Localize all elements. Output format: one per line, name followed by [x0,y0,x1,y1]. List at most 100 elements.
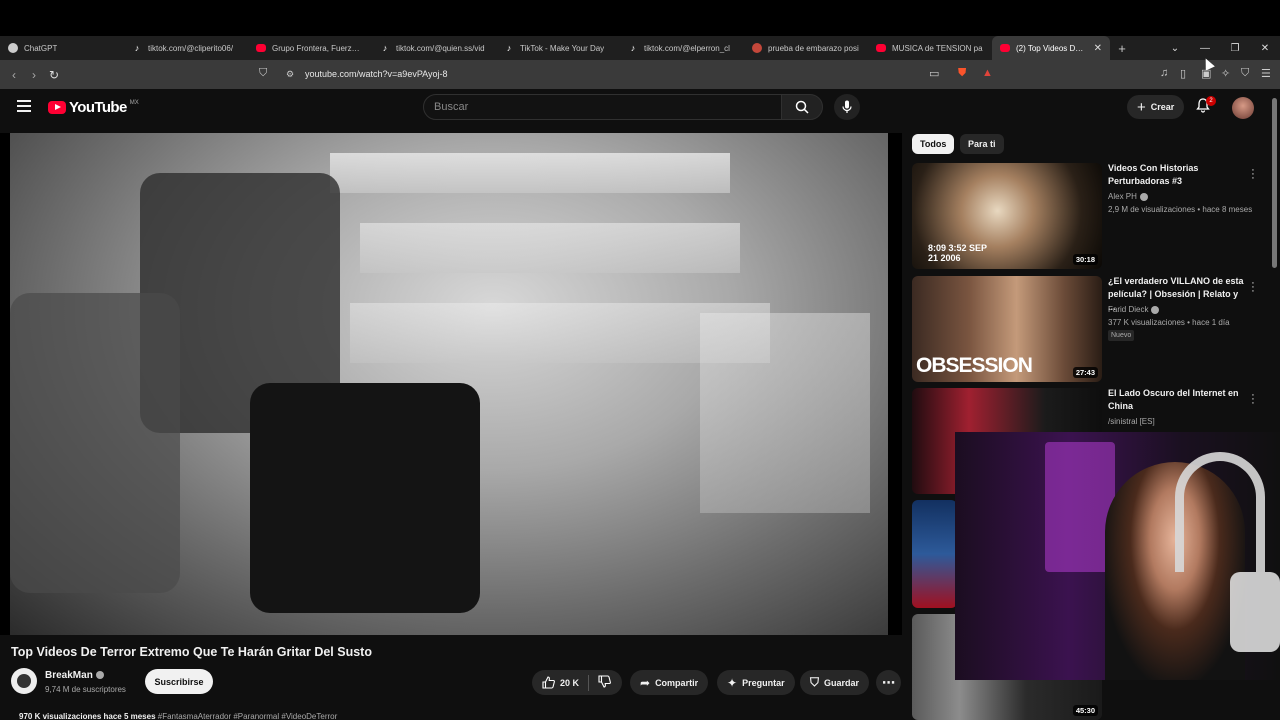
search-input[interactable] [424,95,781,119]
more-actions-button[interactable]: ⋯ [876,670,901,695]
sparkle-icon: ✦ [727,675,738,690]
pr-icon [752,43,762,53]
subscribe-button[interactable]: Suscribirse [145,669,213,694]
channel-avatar[interactable] [11,668,37,694]
new-tab-button[interactable]: + [1110,41,1134,56]
tab-label: MUSICA de TENSION pa [892,43,983,53]
brave-shield-icon[interactable]: ⛊ [958,67,966,80]
close-tab-icon[interactable]: ✕ [1094,43,1102,54]
browser-tab[interactable]: ♪ TikTok - Make Your Day [496,36,620,60]
browser-tab[interactable]: Grupo Frontera, Fuerza R [248,36,372,60]
browser-tab-active[interactable]: (2) Top Videos De Te ✕ [992,36,1110,60]
vpn-icon[interactable]: ⛉ [1241,67,1249,80]
browser-tab[interactable]: ♪ tiktok.com/@cliperito06/ [124,36,248,60]
tab-label: tiktok.com/@cliperito06/ [148,43,234,53]
user-avatar[interactable] [1232,97,1254,119]
recommendation-channel[interactable]: /sinistral [ES] [1108,417,1155,426]
tiktok-icon: ♪ [134,43,140,53]
tiktok-icon: ♪ [506,43,512,53]
site-info-icon[interactable]: ⚙ [286,69,294,80]
close-window-icon[interactable]: ✕ [1250,43,1280,54]
recommendation-meta: 377 K visualizaciones • hace 1 día [1108,318,1230,327]
youtube-play-icon [48,101,66,114]
views-and-date: 970 K visualizaciones hace 5 meses #Fant… [19,712,337,720]
recommendation-meta: 2,9 M de visualizaciones • hace 8 meses [1108,205,1253,214]
browser-tab[interactable]: ChatGPT [0,36,124,60]
window-controls: ⌄ — ❐ ✕ [1160,36,1280,60]
chip-para-ti[interactable]: Para ti [960,134,1004,154]
browser-tab[interactable]: ♪ tiktok.com/@quien.ss/vid [372,36,496,60]
recommendation-thumbnail[interactable]: 8:09 3:52 SEP 21 2006 30:18 [912,163,1102,269]
more-vertical-icon[interactable]: · · · [1250,390,1256,409]
country-code: MX [129,99,139,106]
browser-tab[interactable]: MUSICA de TENSION pa [868,36,992,60]
like-count: 20 K [560,677,580,688]
recommendation-channel[interactable]: Alex PH [1108,192,1148,201]
youtube-logo[interactable]: YouTube MX [48,99,139,116]
thumbs-up-icon [542,676,555,689]
more-vertical-icon[interactable]: · · · [1250,165,1256,184]
ask-button[interactable]: ✦ Preguntar [717,670,795,695]
sidebar-icon[interactable]: ▯ [1180,67,1186,80]
like-button[interactable]: 20 K [542,676,579,689]
tab-search-icon[interactable]: ⌄ [1160,43,1190,54]
tab-label: Grupo Frontera, Fuerza R [272,43,364,53]
video-player[interactable] [0,133,902,635]
recommendation-channel[interactable]: Farid Dieck [1108,305,1160,314]
microphone-icon [842,100,852,113]
channel-text: Farid Dieck [1108,305,1149,314]
voice-search-button[interactable] [834,94,860,120]
recommendation-title[interactable]: Videos Con Historias Perturbadoras #3 [1108,162,1246,188]
recommendation-thumbnail[interactable]: OBSESSION 27:43 [912,276,1102,382]
back-icon[interactable]: ‹ [4,68,24,82]
sidebar-scrollbar[interactable] [1272,98,1277,268]
more-vertical-icon[interactable]: · · · [1250,278,1256,297]
browser-tab[interactable]: ♪ tiktok.com/@elperron_cl [620,36,744,60]
media-icon[interactable]: ♫ [1160,67,1168,79]
browser-tab[interactable]: prueba de embarazo posi [744,36,868,60]
plus-icon: + [1137,98,1146,116]
forward-icon[interactable]: › [24,68,44,82]
create-button[interactable]: + Crear [1127,95,1185,119]
share-button[interactable]: ➦ Compartir [630,670,709,695]
verified-icon [1139,192,1148,201]
tab-label: (2) Top Videos De Te [1016,43,1088,53]
like-dislike-group: 20 K [532,670,622,695]
url-field[interactable]: youtube.com/watch?v=a9evPAyoj-8 [305,69,448,79]
recommendation-title[interactable]: El Lado Oscuro del Internet en China [1108,387,1246,413]
bookmark-icon[interactable]: ⛉ [259,67,267,80]
video-title: Top Videos De Terror Extremo Que Te Hará… [11,645,372,659]
reload-icon[interactable]: ↻ [44,68,64,82]
recommendation-thumbnail[interactable] [912,500,957,608]
leo-icon[interactable]: ✧ [1221,67,1230,80]
hashtags[interactable]: #FantasmaAterrador #Paranormal #VideoDeT… [158,712,338,720]
cast-icon[interactable]: ▭ [929,67,939,80]
chatgpt-icon [8,43,18,53]
tiktok-icon: ♪ [630,43,636,53]
dislike-button[interactable] [598,675,611,690]
chip-todos[interactable]: Todos [912,134,955,154]
more-horizontal-icon: ⋯ [882,674,895,690]
screen-top-bar [0,0,1280,36]
thumb-caption: 8:09 3:52 SEP 21 2006 [928,243,987,263]
hamburger-menu-icon[interactable] [17,100,31,115]
thumbs-down-icon [598,675,611,688]
ask-label: Preguntar [742,677,785,688]
verified-icon [1151,305,1160,314]
channel-name[interactable]: BreakMan [45,670,104,681]
verified-icon [95,671,104,680]
streamer-webcam-overlay [955,432,1280,680]
youtube-icon [256,44,266,52]
address-bar: ‹ › ↻ ⛉ ⚙ youtube.com/watch?v=a9evPAyoj-… [0,60,1280,89]
tab-label: tiktok.com/@quien.ss/vid [396,43,485,53]
restore-icon[interactable]: ❐ [1220,43,1250,54]
save-button[interactable]: ⛉ Guardar [800,670,870,695]
save-label: Guardar [824,677,860,688]
notification-badge: 2 [1206,96,1216,106]
search-button[interactable] [781,94,823,120]
share-label: Compartir [655,677,699,688]
menu-icon[interactable]: ☰ [1261,67,1271,80]
create-label: Crear [1150,102,1175,112]
minimize-icon[interactable]: — [1190,43,1220,54]
rewards-icon[interactable]: ▲ [982,67,993,79]
